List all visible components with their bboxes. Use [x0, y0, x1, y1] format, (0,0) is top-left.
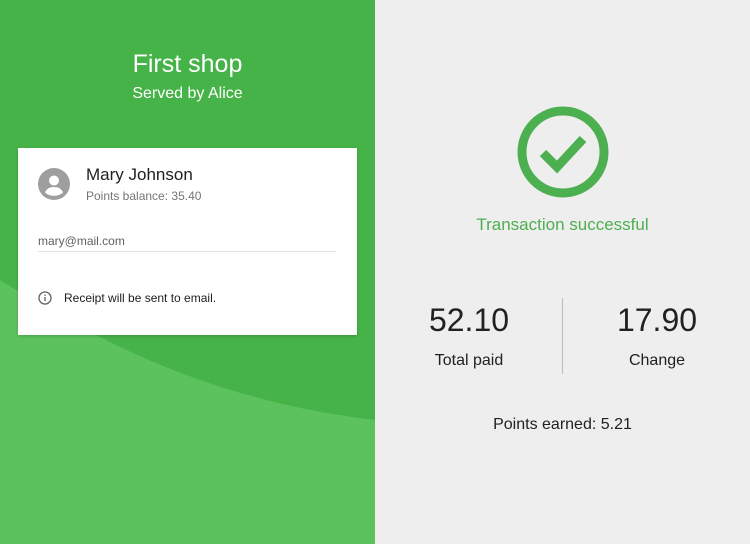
account-circle-icon — [38, 168, 70, 200]
check-circle-icon — [517, 106, 609, 198]
shop-title: First shop — [132, 50, 243, 78]
change-value: 17.90 — [616, 302, 698, 338]
points-balance: Points balance: 35.40 — [86, 189, 202, 203]
customer-card: Mary Johnson Points balance: 35.40 Recei… — [18, 148, 357, 335]
transaction-status: Transaction successful — [476, 215, 649, 234]
total-paid-block: 52.10 Total paid — [375, 300, 563, 370]
change-label: Change — [628, 352, 686, 369]
transaction-panel: Transaction successful 52.10 Total paid … — [375, 0, 750, 544]
receipt-note: Receipt will be sent to email. — [64, 291, 217, 305]
transaction-screen: First shop Served by Alice Mary Johnson … — [0, 0, 750, 544]
total-paid-label: Total paid — [434, 352, 504, 369]
points-earned: Points earned: 5.21 — [493, 416, 632, 433]
total-paid-value: 52.10 — [428, 302, 510, 338]
customer-panel: First shop Served by Alice Mary Johnson … — [0, 0, 375, 544]
served-by-label: Served by Alice — [132, 85, 243, 102]
change-block: 17.90 Change — [563, 300, 750, 370]
info-icon — [38, 291, 52, 305]
customer-name: Mary Johnson — [86, 165, 193, 184]
email-field[interactable] — [38, 231, 336, 252]
